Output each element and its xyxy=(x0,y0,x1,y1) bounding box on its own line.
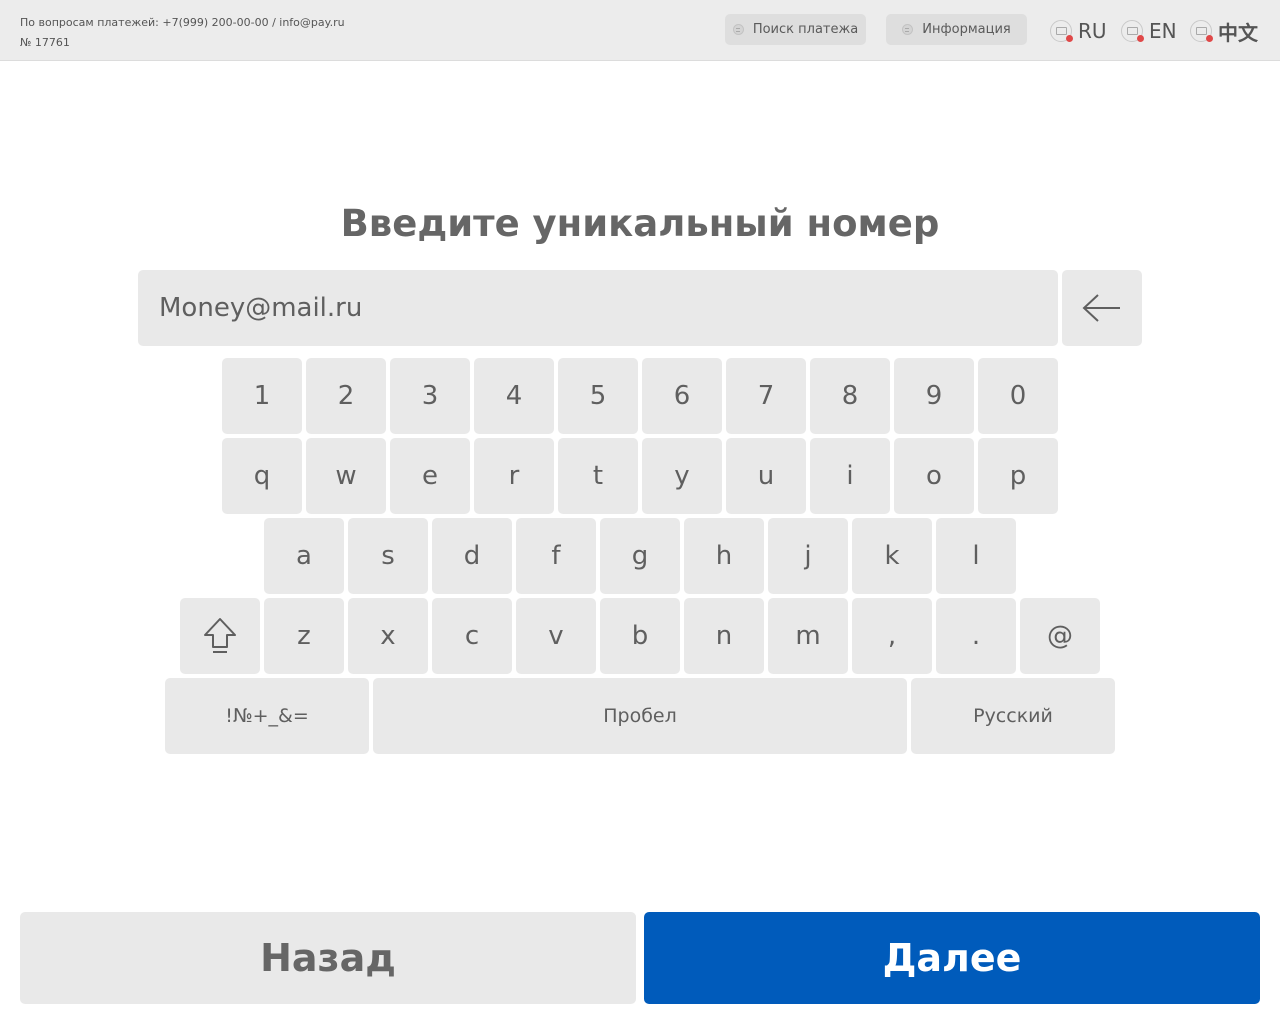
top-header: По вопросам платежей: +7(999) 200-00-00 … xyxy=(0,0,1280,61)
shift-key[interactable] xyxy=(180,598,260,674)
key-6[interactable]: 6 xyxy=(642,358,722,434)
key-w[interactable]: w xyxy=(306,438,386,514)
key-i[interactable]: i xyxy=(810,438,890,514)
language-zh-button[interactable]: 中文 xyxy=(1190,16,1258,46)
support-info: По вопросам платежей: +7(999) 200-00-00 … xyxy=(20,13,345,53)
key-a[interactable]: a xyxy=(264,518,344,594)
key-l[interactable]: l xyxy=(936,518,1016,594)
key-0[interactable]: 0 xyxy=(978,358,1058,434)
language-en-button[interactable]: EN xyxy=(1121,16,1177,46)
key-n[interactable]: n xyxy=(684,598,764,674)
key-r[interactable]: r xyxy=(474,438,554,514)
search-payment-button[interactable]: Поиск платежа xyxy=(725,14,866,45)
page-title: Введите уникальный номер xyxy=(340,202,940,245)
information-icon xyxy=(902,24,914,35)
key-e[interactable]: e xyxy=(390,438,470,514)
language-ru-button[interactable]: RU xyxy=(1050,16,1107,46)
search-payment-label: Поиск платежа xyxy=(752,22,859,37)
key-q[interactable]: q xyxy=(222,438,302,514)
key-comma[interactable]: , xyxy=(852,598,932,674)
key-j[interactable]: j xyxy=(768,518,848,594)
information-button[interactable]: Информация xyxy=(886,14,1027,45)
key-y[interactable]: y xyxy=(642,438,722,514)
flag-icon xyxy=(1050,20,1073,42)
key-9[interactable]: 9 xyxy=(894,358,974,434)
key-x[interactable]: x xyxy=(348,598,428,674)
arrow-left-icon xyxy=(1082,294,1120,322)
symbols-key[interactable]: !№+_&= xyxy=(165,678,369,754)
key-3[interactable]: 3 xyxy=(390,358,470,434)
language-label: EN xyxy=(1149,19,1177,43)
key-t[interactable]: t xyxy=(558,438,638,514)
unique-number-input[interactable]: Money@mail.ru xyxy=(138,270,1058,346)
support-contacts: По вопросам платежей: +7(999) 200-00-00 … xyxy=(20,16,345,29)
key-z[interactable]: z xyxy=(264,598,344,674)
key-4[interactable]: 4 xyxy=(474,358,554,434)
back-button[interactable]: Назад xyxy=(20,912,636,1004)
key-d[interactable]: d xyxy=(432,518,512,594)
flag-icon xyxy=(1190,20,1213,42)
key-g[interactable]: g xyxy=(600,518,680,594)
next-button[interactable]: Далее xyxy=(644,912,1260,1004)
key-o[interactable]: o xyxy=(894,438,974,514)
key-s[interactable]: s xyxy=(348,518,428,594)
key-v[interactable]: v xyxy=(516,598,596,674)
key-u[interactable]: u xyxy=(726,438,806,514)
language-label: RU xyxy=(1078,19,1107,43)
shift-arrow-icon xyxy=(204,618,236,653)
space-key[interactable]: Пробел xyxy=(373,678,907,754)
language-label: 中文 xyxy=(1218,20,1258,45)
key-period[interactable]: . xyxy=(936,598,1016,674)
information-label: Информация xyxy=(922,22,1011,37)
terminal-number: № 17761 xyxy=(20,36,70,49)
key-h[interactable]: h xyxy=(684,518,764,594)
key-p[interactable]: p xyxy=(978,438,1058,514)
key-f[interactable]: f xyxy=(516,518,596,594)
key-7[interactable]: 7 xyxy=(726,358,806,434)
key-at[interactable]: @ xyxy=(1020,598,1100,674)
key-b[interactable]: b xyxy=(600,598,680,674)
key-k[interactable]: k xyxy=(852,518,932,594)
key-8[interactable]: 8 xyxy=(810,358,890,434)
key-c[interactable]: c xyxy=(432,598,512,674)
key-1[interactable]: 1 xyxy=(222,358,302,434)
language-switch-key[interactable]: Русский xyxy=(911,678,1115,754)
search-payment-icon xyxy=(732,24,744,35)
payment-kiosk-screen: По вопросам платежей: +7(999) 200-00-00 … xyxy=(0,0,1280,1024)
key-5[interactable]: 5 xyxy=(558,358,638,434)
flag-icon xyxy=(1121,20,1144,42)
key-2[interactable]: 2 xyxy=(306,358,386,434)
backspace-button[interactable] xyxy=(1062,270,1142,346)
key-m[interactable]: m xyxy=(768,598,848,674)
